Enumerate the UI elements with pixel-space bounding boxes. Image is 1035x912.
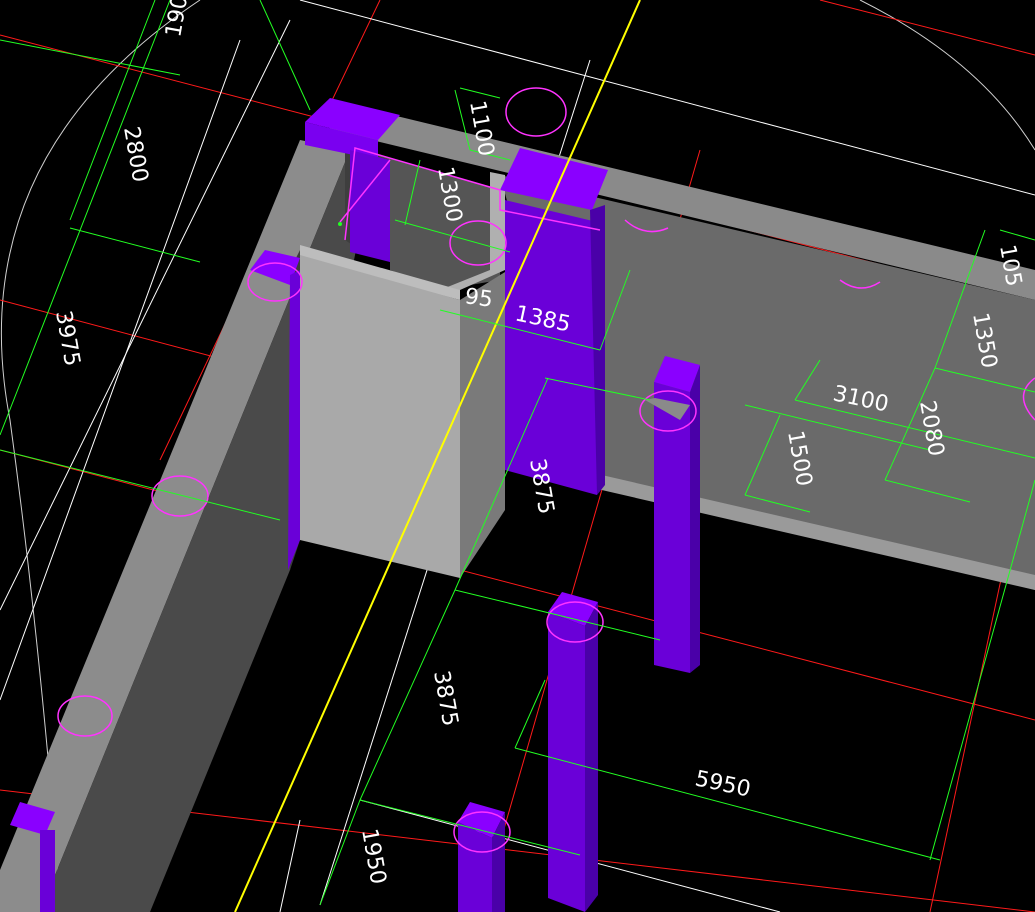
cad-3d-model-viewport[interactable]: 1900 2800 3975 1100 1300 95 1385 3875 31… xyxy=(0,0,1035,912)
model-canvas[interactable]: 1900 2800 3975 1100 1300 95 1385 3875 31… xyxy=(0,0,1035,912)
dim-1900: 1900 xyxy=(161,0,195,39)
dim-2800: 2800 xyxy=(118,125,152,184)
dim-3975: 3975 xyxy=(50,309,84,368)
guide-arc-right xyxy=(859,0,1035,151)
dim-95: 95 xyxy=(463,284,494,313)
marker-ellipse-1 xyxy=(505,87,567,137)
core-front-face xyxy=(300,255,460,578)
dim-3875-lower: 3875 xyxy=(428,669,462,728)
column-d xyxy=(645,356,700,673)
column-e xyxy=(548,592,598,912)
column-f xyxy=(458,802,505,912)
